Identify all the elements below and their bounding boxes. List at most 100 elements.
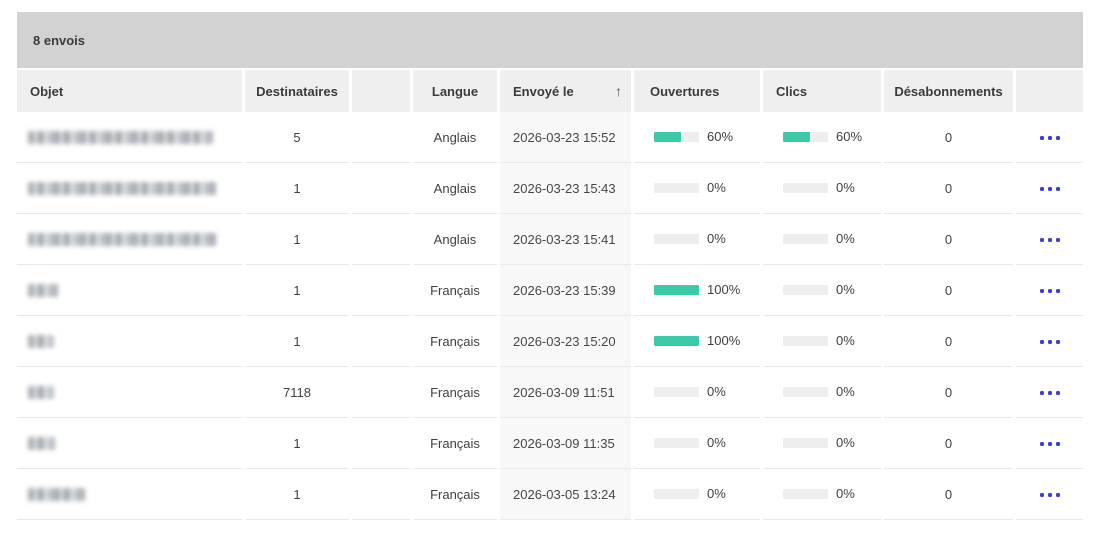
campaign-list-card: 8 envois Objet Destinataires Langue Envo…	[17, 12, 1083, 520]
clics-meter-track	[783, 438, 828, 448]
objet-blurred-link[interactable]	[28, 182, 216, 195]
clics-meter-track	[783, 132, 828, 142]
ouvertures-meter: 0%	[654, 486, 726, 501]
destinataires-value: 1	[245, 265, 349, 316]
objet-blurred-link[interactable]	[28, 335, 54, 348]
objet-blurred-link[interactable]	[28, 233, 216, 246]
clics-meter-fill	[783, 132, 810, 142]
ouvertures-meter: 100%	[654, 282, 740, 297]
row-actions-menu-button[interactable]	[1036, 487, 1064, 503]
dot-icon	[1040, 391, 1044, 395]
objet-blurred-link[interactable]	[28, 488, 85, 501]
table-row: 1 Anglais 2026-03-23 15:43 0% 0% 0	[17, 163, 1083, 214]
ouvertures-percent-label: 0%	[707, 231, 726, 246]
summary-bar: 8 envois	[17, 12, 1083, 68]
objet-blurred-link[interactable]	[28, 284, 58, 297]
actions-cell	[1016, 214, 1083, 265]
objet-blurred-link[interactable]	[28, 437, 55, 450]
dot-icon	[1040, 493, 1044, 497]
row-actions-menu-button[interactable]	[1036, 232, 1064, 248]
actions-cell	[1016, 469, 1083, 520]
column-header-objet[interactable]: Objet	[17, 70, 242, 112]
dot-icon	[1056, 442, 1060, 446]
dot-icon	[1056, 187, 1060, 191]
ouvertures-cell: 100%	[634, 316, 760, 367]
destinataires-value: 1	[245, 316, 349, 367]
column-header-envoye-le-label: Envoyé le	[513, 84, 574, 99]
desabonnements-value: 0	[884, 418, 1013, 469]
ouvertures-cell: 60%	[634, 112, 760, 163]
objet-cell	[17, 418, 242, 469]
ouvertures-meter-fill	[654, 285, 699, 295]
sort-ascending-icon[interactable]: ↑	[615, 83, 622, 99]
clics-meter: 0%	[783, 486, 855, 501]
dot-icon	[1056, 391, 1060, 395]
dot-icon	[1056, 136, 1060, 140]
clics-percent-label: 0%	[836, 231, 855, 246]
ouvertures-cell: 0%	[634, 469, 760, 520]
objet-blurred-link[interactable]	[28, 131, 213, 144]
column-header-desabonnements[interactable]: Désabonnements	[884, 70, 1013, 112]
langue-value: Français	[413, 418, 497, 469]
ouvertures-meter-track	[654, 438, 699, 448]
ouvertures-meter: 0%	[654, 231, 726, 246]
clics-meter-track	[783, 387, 828, 397]
dot-icon	[1048, 289, 1052, 293]
langue-value: Français	[413, 316, 497, 367]
actions-cell	[1016, 316, 1083, 367]
column-header-clics[interactable]: Clics	[763, 70, 881, 112]
objet-cell	[17, 469, 242, 520]
ouvertures-meter-track	[654, 387, 699, 397]
spacer-cell	[352, 265, 410, 316]
actions-cell	[1016, 163, 1083, 214]
langue-value: Anglais	[413, 163, 497, 214]
destinataires-value: 1	[245, 214, 349, 265]
clics-cell: 0%	[763, 469, 881, 520]
dot-icon	[1040, 238, 1044, 242]
ouvertures-meter-track	[654, 489, 699, 499]
spacer-cell	[352, 214, 410, 265]
envoye-le-value: 2026-03-05 13:24	[500, 469, 631, 520]
table-body: 5 Anglais 2026-03-23 15:52 60% 60% 0	[17, 112, 1083, 520]
clics-percent-label: 0%	[836, 384, 855, 399]
table-row: 5 Anglais 2026-03-23 15:52 60% 60% 0	[17, 112, 1083, 163]
spacer-cell	[352, 367, 410, 418]
desabonnements-value: 0	[884, 163, 1013, 214]
row-actions-menu-button[interactable]	[1036, 181, 1064, 197]
clics-cell: 0%	[763, 163, 881, 214]
clics-percent-label: 0%	[836, 435, 855, 450]
dot-icon	[1040, 136, 1044, 140]
ouvertures-percent-label: 0%	[707, 486, 726, 501]
destinataires-value: 1	[245, 418, 349, 469]
row-actions-menu-button[interactable]	[1036, 283, 1064, 299]
column-header-ouvertures[interactable]: Ouvertures	[634, 70, 760, 112]
langue-value: Français	[413, 469, 497, 520]
dot-icon	[1048, 493, 1052, 497]
row-actions-menu-button[interactable]	[1036, 130, 1064, 146]
ouvertures-meter-track	[654, 336, 699, 346]
row-actions-menu-button[interactable]	[1036, 334, 1064, 350]
dot-icon	[1040, 442, 1044, 446]
ouvertures-meter: 100%	[654, 333, 740, 348]
column-header-langue[interactable]: Langue	[413, 70, 497, 112]
dot-icon	[1048, 391, 1052, 395]
row-actions-menu-button[interactable]	[1036, 436, 1064, 452]
desabonnements-value: 0	[884, 265, 1013, 316]
objet-blurred-link[interactable]	[28, 386, 54, 399]
objet-cell	[17, 316, 242, 367]
column-header-destinataires[interactable]: Destinataires	[245, 70, 349, 112]
envoye-le-value: 2026-03-09 11:35	[500, 418, 631, 469]
table-row: 1 Français 2026-03-09 11:35 0% 0% 0	[17, 418, 1083, 469]
desabonnements-value: 0	[884, 214, 1013, 265]
clics-meter: 0%	[783, 231, 855, 246]
clics-percent-label: 0%	[836, 282, 855, 297]
spacer-cell	[352, 112, 410, 163]
dot-icon	[1048, 442, 1052, 446]
ouvertures-meter-track	[654, 234, 699, 244]
dot-icon	[1056, 289, 1060, 293]
row-actions-menu-button[interactable]	[1036, 385, 1064, 401]
dot-icon	[1056, 493, 1060, 497]
column-header-envoye-le[interactable]: Envoyé le ↑	[500, 70, 631, 112]
clics-cell: 0%	[763, 265, 881, 316]
clics-meter-track	[783, 234, 828, 244]
